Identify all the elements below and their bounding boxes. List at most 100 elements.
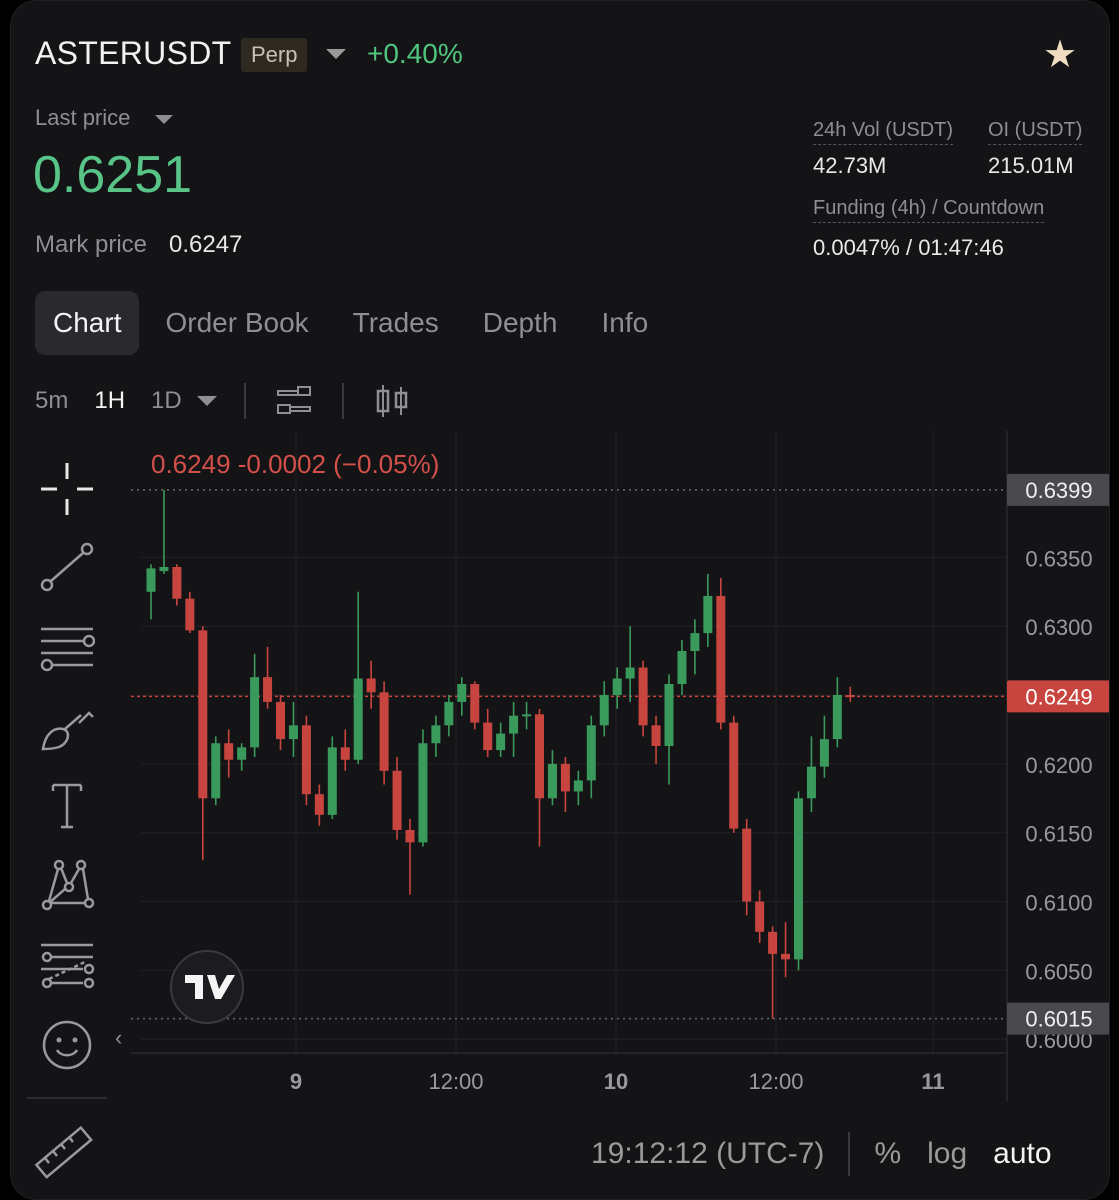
tradingview-logo	[170, 950, 244, 1024]
candle-body	[379, 692, 389, 771]
interval-dropdown-icon[interactable]	[196, 394, 218, 408]
auto-toggle[interactable]: auto	[993, 1137, 1051, 1171]
high-marker-tag-label: 0.6399	[1025, 478, 1092, 503]
candle-body	[159, 567, 169, 572]
candle-body	[677, 650, 687, 685]
candle-body	[353, 678, 363, 760]
candle-body	[237, 747, 247, 760]
candle-body	[509, 715, 519, 734]
tab-chart[interactable]: Chart	[35, 291, 140, 355]
funding-label[interactable]: Funding (4h) / Countdown	[813, 197, 1045, 223]
log-toggle[interactable]: log	[927, 1137, 967, 1171]
trend-line-icon[interactable]	[27, 537, 107, 597]
tab-trades[interactable]: Trades	[335, 291, 457, 355]
y-tick-label: 0.6150	[1025, 822, 1092, 847]
candle-body	[599, 695, 609, 726]
interval-1d[interactable]: 1D	[151, 387, 182, 415]
price-change: +0.40%	[367, 38, 463, 69]
candle-body	[845, 695, 855, 698]
candle-body	[392, 770, 402, 830]
x-tick-label: 9	[290, 1069, 302, 1094]
vol-label: 24h Vol (USDT)	[813, 119, 954, 145]
indicators-icon[interactable]	[276, 383, 312, 419]
mark-price: 0.6247	[169, 231, 243, 258]
brush-icon[interactable]	[27, 697, 107, 757]
footer-divider	[848, 1132, 851, 1176]
crosshair-icon[interactable]	[27, 459, 107, 519]
candle-body	[703, 595, 713, 634]
candle-body	[366, 678, 376, 693]
candle-body	[522, 714, 532, 717]
candle-body	[832, 695, 842, 740]
interval-5m[interactable]: 5m	[35, 387, 68, 415]
x-tick-label: 10	[604, 1069, 628, 1094]
candle-body	[625, 667, 635, 679]
candle-body	[457, 684, 467, 702]
chevron-down-icon[interactable]	[155, 115, 173, 124]
candle-body	[185, 598, 195, 631]
candle-body	[172, 567, 182, 599]
toolbar-divider	[243, 383, 246, 419]
perp-badge: Perp	[241, 38, 308, 72]
candle-body	[690, 633, 700, 651]
chart-time[interactable]: 19:12:12 (UTC-7)	[591, 1137, 824, 1171]
candle-body	[742, 828, 752, 902]
y-tick-label: 0.6100	[1025, 891, 1092, 916]
y-tick-label: 0.6350	[1025, 546, 1092, 571]
funding-value: 0.0047% / 01:47:46	[813, 235, 1004, 260]
mark-price-label: Mark price	[35, 231, 148, 258]
star-icon[interactable]: ★	[1043, 35, 1077, 75]
collapse-toolbar-icon[interactable]: ‹	[115, 1025, 122, 1051]
percent-toggle[interactable]: %	[874, 1137, 901, 1171]
trading-panel: ASTERUSDT Perp +0.40% ★ Last price 0.625…	[10, 0, 1110, 1200]
horizontal-lines-icon[interactable]	[27, 617, 107, 677]
x-tick-label: 11	[921, 1069, 944, 1094]
pattern-tool-icon[interactable]	[27, 855, 107, 915]
toolbar-divider	[27, 1097, 107, 1099]
price-chart[interactable]: 0.60000.60500.61000.61500.62000.62500.63…	[131, 431, 1110, 1111]
candle-body	[781, 953, 791, 960]
candle-body	[418, 743, 428, 843]
oi-label[interactable]: OI (USDT)	[988, 119, 1083, 145]
ohlc-readout: 0.6249 -0.0002 (−0.05%)	[151, 449, 440, 479]
candlestick-chart[interactable]: 0.60000.60500.61000.61500.62000.62500.63…	[131, 431, 1110, 1111]
ruler-icon[interactable]	[31, 1121, 95, 1190]
y-tick-label: 0.6050	[1025, 959, 1092, 984]
candle-body	[405, 829, 415, 843]
current-price-tag-label: 0.6249	[1025, 684, 1092, 709]
vol-value: 42.73M	[813, 153, 887, 178]
candle-body	[146, 568, 156, 592]
last-price-label[interactable]: Last price	[35, 105, 130, 131]
candle-body	[638, 667, 648, 726]
tab-depth[interactable]: Depth	[465, 291, 576, 355]
candle-body	[716, 595, 726, 723]
candle-body	[794, 798, 803, 960]
candle-body	[224, 743, 234, 760]
tab-info[interactable]: Info	[583, 291, 666, 355]
candle-body	[276, 701, 285, 740]
candle-body	[444, 701, 454, 726]
text-tool-icon[interactable]	[27, 775, 107, 835]
candle-body	[768, 931, 778, 954]
candle-body	[263, 677, 273, 702]
low-marker-tag-label: 0.6015	[1025, 1007, 1092, 1032]
toolbar-divider	[341, 383, 344, 419]
fib-tool-icon[interactable]	[27, 935, 107, 995]
candle-body	[573, 780, 583, 792]
chart-footer: 19:12:12 (UTC-7) % log auto	[591, 1129, 1078, 1179]
candle-body	[819, 739, 829, 767]
candle-body	[327, 747, 337, 815]
emoji-icon[interactable]	[27, 1015, 107, 1075]
candle-body	[535, 714, 544, 799]
interval-1h[interactable]: 1H	[94, 387, 125, 415]
tab-order-book[interactable]: Order Book	[147, 291, 326, 355]
candle-body	[198, 630, 208, 799]
symbol-dropdown-icon[interactable]	[326, 49, 346, 59]
symbol-title[interactable]: ASTERUSDT	[35, 35, 232, 72]
candle-body	[664, 684, 674, 746]
candle-body	[250, 677, 260, 748]
candle-body	[586, 725, 596, 781]
candle-type-icon[interactable]	[374, 383, 410, 419]
candle-body	[483, 722, 493, 751]
candle-body	[755, 901, 765, 932]
